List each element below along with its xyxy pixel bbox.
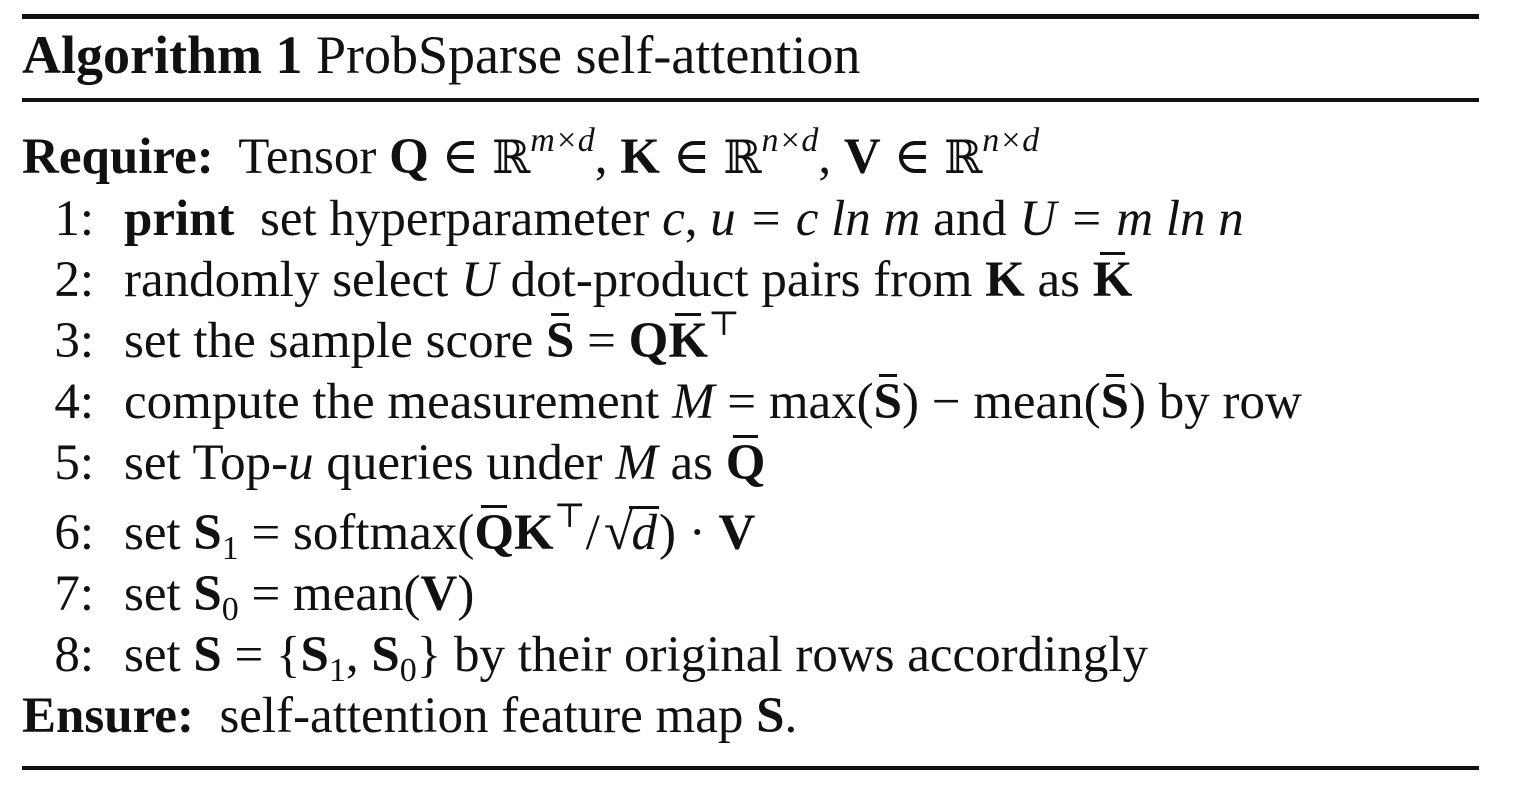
require-text: Tensor — [238, 129, 377, 185]
step-8: 8: set S = {S1, S0} by their original row… — [22, 625, 1148, 688]
algorithm-label: Algorithm 1 — [22, 25, 303, 85]
algorithm-title: ProbSparse self-attention — [315, 25, 861, 85]
step-number: 8: — [54, 627, 94, 683]
tensor-v: V — [843, 129, 881, 185]
step-number: 2: — [54, 252, 94, 308]
step-number: 3: — [54, 313, 94, 369]
ensure-keyword: Ensure: — [22, 688, 194, 744]
step-6: 6: set S1 = softmax(QK⊤/√d) · V — [22, 500, 755, 566]
step-number: 1: — [54, 191, 94, 247]
step-2: 2: randomly select U dot-product pairs fr… — [22, 250, 1132, 310]
step-number: 4: — [54, 374, 94, 430]
step-7: 7: set S0 = mean(V) — [22, 564, 474, 627]
step-4: 4: compute the measurement M = max(S) − m… — [22, 372, 1302, 432]
step-3: 3: set the sample score S = QK⊤ — [22, 308, 740, 371]
top-rule — [22, 14, 1479, 19]
algorithm-caption: Algorithm 1 ProbSparse self-attention — [22, 22, 860, 88]
require-keyword: Require: — [22, 129, 214, 185]
step-number: 5: — [54, 435, 94, 491]
require-line: Require: Tensor Q ∈ ℝm×d, K ∈ ℝn×d, V ∈ … — [22, 122, 1040, 186]
sqrt-symbol: √d — [603, 501, 659, 561]
step-number: 7: — [54, 566, 94, 622]
ensure-line: Ensure: self-attention feature map S. — [22, 688, 798, 744]
caption-rule — [22, 98, 1479, 102]
step-number: 6: — [54, 505, 94, 561]
bottom-rule — [22, 766, 1479, 770]
tensor-k: K — [620, 129, 660, 185]
tensor-q: Q — [389, 129, 429, 185]
step-1: 1: print set hyperparameter c, u = c ln m… — [22, 189, 1243, 249]
step-5: 5: set Top-u queries under M as Q — [22, 433, 765, 493]
